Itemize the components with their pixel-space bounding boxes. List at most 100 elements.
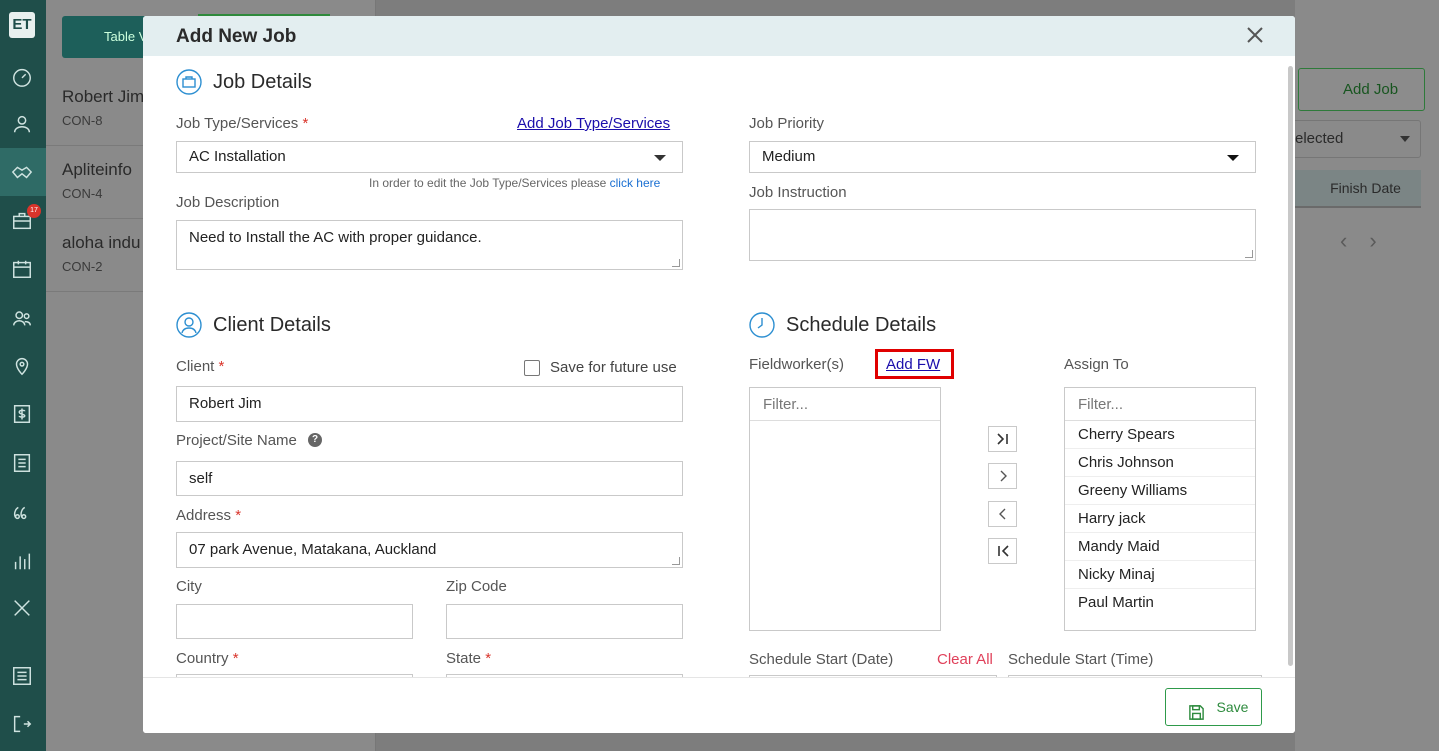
client-value: Robert Jim [189,395,262,412]
add-job-label: Add Job [1343,81,1399,98]
dashboard-icon[interactable] [11,66,33,88]
project-site-label: Project/Site Name [176,432,297,449]
state-label-text: State [446,650,482,667]
job-type-label-text: Job Type/Services [176,115,299,132]
hint-text: In order to edit the Job Type/Services p… [369,176,607,190]
modal-header: Add New Job [143,16,1295,56]
chat-icon[interactable] [11,501,33,523]
chevron-down-icon [1227,155,1239,161]
assign-to-option[interactable]: Chris Johnson [1065,449,1255,477]
fieldworkers-listbox: Filter... [749,387,941,631]
chevron-down-icon [1400,136,1410,142]
logout-icon[interactable] [11,713,33,735]
chart-icon[interactable] [11,550,33,572]
save-label: Save [1216,699,1249,715]
assign-to-listbox: Filter... Cherry Spears Chris Johnson Gr… [1064,387,1256,631]
schedule-start-time-label: Schedule Start (Time) [1008,651,1154,668]
fieldworkers-label: Fieldworker(s) [749,356,845,373]
zip-code-input[interactable] [446,604,683,639]
tools-icon[interactable] [11,597,33,619]
schedule-start-date-label: Schedule Start (Date) [749,651,894,668]
dollar-icon[interactable] [11,403,33,425]
job-type-value: AC Installation [189,148,286,165]
job-details-title: Job Details [213,71,312,93]
job-priority-label: Job Priority [749,115,825,132]
resize-handle-icon[interactable] [672,259,680,267]
list-icon[interactable] [11,452,33,474]
save-icon [1188,698,1205,720]
client-input[interactable]: Robert Jim [176,386,683,422]
assign-to-filter-input[interactable]: Filter... [1065,388,1255,421]
assign-to-option[interactable]: Paul Martin [1065,589,1255,617]
move-left-button[interactable] [988,501,1017,527]
assign-to-option[interactable]: Mandy Maid [1065,533,1255,561]
add-fw-link[interactable]: Add FW [886,356,940,373]
chevron-down-icon [654,155,666,161]
save-button[interactable]: Save [1165,688,1262,726]
assign-to-option[interactable]: Cherry Spears [1065,421,1255,449]
assign-to-option[interactable]: Greeny Williams [1065,477,1255,505]
modal-scrollbar[interactable] [1288,66,1293,666]
add-job-button[interactable]: Add Job [1298,68,1425,111]
address-label: Address * [176,507,242,524]
assign-to-option[interactable]: Nicky Minaj [1065,561,1255,589]
city-label: City [176,578,202,595]
modal-body: Job Details Job Type/Services * Add Job … [143,56,1295,677]
app-logo[interactable]: ET [9,12,35,38]
address-label-text: Address [176,507,232,524]
country-label: Country * [176,650,239,667]
job-type-label: Job Type/Services * [176,115,309,132]
clock-icon [749,312,775,338]
move-all-left-button[interactable] [988,538,1017,564]
assign-to-label: Assign To [1064,356,1129,373]
modal-footer: Save [143,677,1295,733]
settings-icon[interactable] [11,665,33,687]
notification-badge: 17 [27,204,41,218]
resize-handle-icon[interactable] [672,557,680,565]
modal-title: Add New Job [176,26,297,47]
job-instruction-textarea[interactable] [749,209,1256,261]
job-type-select[interactable]: AC Installation [176,141,683,173]
client-label: Client * [176,358,225,375]
status-select-value: elected [1295,130,1344,147]
background-right-panel [1295,0,1439,751]
zip-code-label: Zip Code [446,578,507,595]
user-icon[interactable] [11,113,33,135]
assign-to-option[interactable]: Harry jack [1065,505,1255,533]
add-job-type-link[interactable]: Add Job Type/Services [517,115,670,132]
fieldworkers-filter-input[interactable]: Filter... [750,388,940,421]
job-description-value: Need to Install the AC with proper guida… [189,229,482,246]
client-label-text: Client [176,358,215,375]
city-input[interactable] [176,604,413,639]
job-priority-select[interactable]: Medium [749,141,1256,173]
briefcase-icon [176,69,202,95]
finish-date-header[interactable]: Finish Date [1280,170,1421,208]
map-pin-icon[interactable] [11,355,33,377]
job-description-textarea[interactable]: Need to Install the AC with proper guida… [176,220,683,270]
close-icon[interactable] [1243,23,1267,47]
job-instruction-label: Job Instruction [749,184,847,201]
clear-all-link[interactable]: Clear All [937,651,993,668]
table-view-label: Table V [104,29,148,44]
save-future-checkbox[interactable] [524,360,540,376]
status-select[interactable]: elected [1288,120,1421,158]
resize-handle-icon[interactable] [1245,250,1253,258]
job-type-hint: In order to edit the Job Type/Services p… [369,176,660,190]
save-future-label: Save for future use [550,359,677,376]
help-icon[interactable]: ? [308,433,322,447]
users-icon[interactable] [11,307,33,329]
left-sidebar: ET 17 [0,0,46,751]
add-new-job-modal: Add New Job Job Details Job Type/Service… [143,16,1295,733]
client-details-title: Client Details [213,314,331,336]
user-circle-icon [176,312,202,338]
calendar-icon[interactable] [11,258,33,280]
address-input[interactable]: 07 park Avenue, Matakana, Auckland [176,532,683,568]
move-right-button[interactable] [988,463,1017,489]
job-description-label: Job Description [176,194,280,211]
pagination-arrows[interactable]: ‹› [1340,228,1399,254]
click-here-link[interactable]: click here [610,176,661,190]
project-site-value: self [189,470,213,487]
project-site-input[interactable]: self [176,461,683,496]
handshake-icon[interactable] [11,161,33,183]
move-all-right-button[interactable] [988,426,1017,452]
